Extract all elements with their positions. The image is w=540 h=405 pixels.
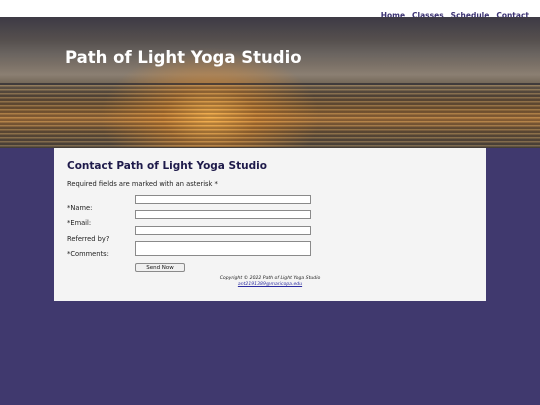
comments-field[interactable] <box>135 241 311 256</box>
required-note: Required fields are marked with an aster… <box>67 180 218 188</box>
page-heading: Contact Path of Light Yoga Studio <box>67 160 267 172</box>
top-navigation: Home Classes Schedule Contact <box>0 0 540 20</box>
referred-field[interactable] <box>135 226 311 235</box>
footer: Copyright © 2022 Path of Light Yoga Stud… <box>54 276 486 288</box>
comments-label: *Comments: <box>67 250 109 258</box>
footer-email-link[interactable]: ant2191389@maricopa.edu <box>238 282 302 287</box>
send-now-button[interactable]: Send Now <box>135 263 185 272</box>
comments-row: *Comments: <box>67 241 109 260</box>
site-title: Path of Light Yoga Studio <box>65 48 302 67</box>
contact-panel: Contact Path of Light Yoga Studio Requir… <box>54 148 486 301</box>
water-reflection <box>0 85 540 148</box>
name-field[interactable] <box>135 195 311 204</box>
email-field[interactable] <box>135 210 311 219</box>
hero-banner: Path of Light Yoga Studio <box>0 17 540 148</box>
